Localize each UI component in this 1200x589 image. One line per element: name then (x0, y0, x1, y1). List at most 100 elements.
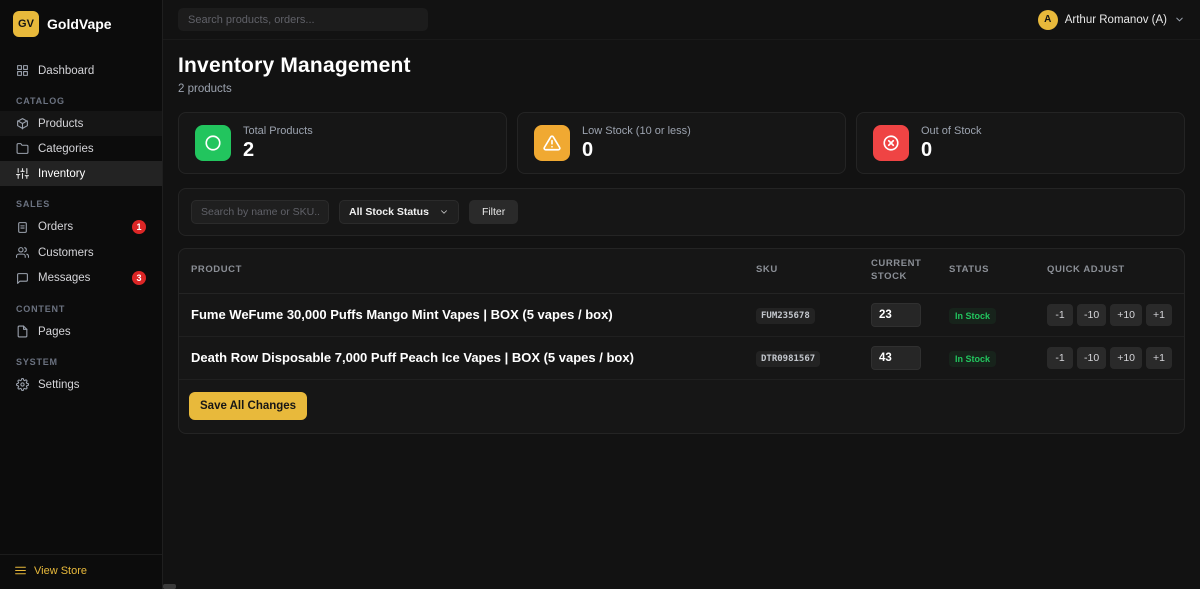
col-header-quick-adjust: QUICK ADJUST (1035, 249, 1184, 293)
stats-row: Total Products 2 Low Stock (10 or less) … (178, 112, 1185, 174)
sidebar-item-pages[interactable]: Pages (0, 319, 162, 344)
stock-status-value: All Stock Status (349, 206, 429, 218)
box-icon (16, 117, 29, 130)
table-row: Death Row Disposable 7,000 Puff Peach Ic… (179, 336, 1184, 379)
sidebar-item-products[interactable]: Products (0, 111, 162, 136)
page-subtitle: 2 products (178, 83, 1185, 95)
sidebar-nav: Dashboard CATALOG Products Categories In… (0, 50, 162, 554)
sidebar-item-label: Pages (38, 326, 71, 338)
adjust-minus-1-button[interactable]: -1 (1047, 347, 1073, 369)
total-products-icon (195, 125, 231, 161)
brand-name: GoldVape (47, 16, 112, 32)
circle-icon (204, 134, 222, 152)
stat-value: 2 (243, 139, 313, 161)
sidebar-item-inventory[interactable]: Inventory (0, 161, 162, 186)
global-search-input[interactable] (178, 8, 428, 31)
filter-bar: All Stock Status Filter (178, 188, 1185, 236)
adjust-minus-10-button[interactable]: -10 (1077, 347, 1106, 369)
horizontal-scrollbar[interactable] (163, 584, 1200, 589)
sidebar-item-messages[interactable]: Messages 3 (0, 265, 162, 291)
brand-logo: GV (13, 11, 39, 37)
users-icon (16, 246, 29, 259)
col-header-product: PRODUCT (179, 249, 744, 293)
sidebar-item-customers[interactable]: Customers (0, 240, 162, 265)
sidebar-item-label: Categories (38, 143, 94, 155)
topbar: A Arthur Romanov (A) (163, 0, 1200, 40)
low-stock-icon (534, 125, 570, 161)
avatar: A (1038, 10, 1058, 30)
col-header-status: STATUS (937, 249, 1035, 293)
filter-button[interactable]: Filter (469, 200, 518, 224)
file-icon (16, 325, 29, 338)
stock-input[interactable] (871, 346, 921, 370)
menu-icon (14, 564, 27, 577)
adjust-minus-1-button[interactable]: -1 (1047, 304, 1073, 326)
main-area: A Arthur Romanov (A) Inventory Managemen… (163, 0, 1200, 589)
inventory-table: PRODUCT SKU CURRENT STOCK STATUS QUICK A… (179, 249, 1184, 380)
chevron-down-icon (1174, 14, 1185, 25)
user-name: Arthur Romanov (A) (1065, 14, 1167, 26)
inventory-search-input[interactable] (191, 200, 329, 224)
page-content: Inventory Management 2 products Total Pr… (163, 40, 1200, 589)
gear-icon (16, 378, 29, 391)
sidebar-item-orders[interactable]: Orders 1 (0, 214, 162, 240)
adjust-plus-1-button[interactable]: +1 (1146, 347, 1172, 369)
dashboard-icon (16, 64, 29, 77)
save-all-changes-button[interactable]: Save All Changes (189, 392, 307, 420)
status-badge: In Stock (949, 308, 996, 324)
view-store-label: View Store (34, 565, 87, 577)
brand: GV GoldVape (0, 0, 162, 50)
adjust-minus-10-button[interactable]: -10 (1077, 304, 1106, 326)
orders-badge: 1 (132, 220, 146, 234)
section-label-content: CONTENT (0, 291, 162, 319)
sidebar-item-label: Orders (38, 221, 73, 233)
page-title: Inventory Management (178, 54, 1185, 78)
stock-status-select[interactable]: All Stock Status (339, 200, 459, 224)
stat-card-out-of-stock: Out of Stock 0 (856, 112, 1185, 174)
app-root: GV GoldVape Dashboard CATALOG Products C… (0, 0, 1200, 589)
clipboard-icon (16, 221, 29, 234)
sidebar-item-label: Products (38, 118, 83, 130)
inventory-table-card: PRODUCT SKU CURRENT STOCK STATUS QUICK A… (178, 248, 1185, 434)
messages-badge: 3 (132, 271, 146, 285)
col-header-sku: SKU (744, 249, 859, 293)
sidebar-item-label: Customers (38, 247, 94, 259)
stat-label: Low Stock (10 or less) (582, 125, 691, 137)
stat-label: Total Products (243, 125, 313, 137)
sidebar-item-label: Settings (38, 379, 80, 391)
section-label-sales: SALES (0, 186, 162, 214)
quick-adjust-group: -1 -10 +10 +1 (1047, 304, 1172, 326)
stock-input[interactable] (871, 303, 921, 327)
table-row: Fume WeFume 30,000 Puffs Mango Mint Vape… (179, 293, 1184, 336)
sliders-icon (16, 167, 29, 180)
warning-triangle-icon (543, 134, 561, 152)
product-sku: DTR0981567 (756, 351, 820, 367)
product-name: Fume WeFume 30,000 Puffs Mango Mint Vape… (179, 293, 744, 336)
col-header-current-stock: CURRENT STOCK (859, 249, 937, 293)
stat-value: 0 (921, 139, 982, 161)
stat-card-low-stock: Low Stock (10 or less) 0 (517, 112, 846, 174)
sidebar-item-categories[interactable]: Categories (0, 136, 162, 161)
quick-adjust-group: -1 -10 +10 +1 (1047, 347, 1172, 369)
sidebar-item-label: Dashboard (38, 65, 94, 77)
sidebar-item-dashboard[interactable]: Dashboard (0, 58, 162, 83)
stat-value: 0 (582, 139, 691, 161)
adjust-plus-10-button[interactable]: +10 (1110, 347, 1142, 369)
table-header-row: PRODUCT SKU CURRENT STOCK STATUS QUICK A… (179, 249, 1184, 293)
stat-card-total-products: Total Products 2 (178, 112, 507, 174)
sidebar: GV GoldVape Dashboard CATALOG Products C… (0, 0, 163, 589)
circle-x-icon (882, 134, 900, 152)
sidebar-item-label: Messages (38, 272, 90, 284)
scrollbar-thumb[interactable] (163, 584, 176, 589)
chevron-down-icon (439, 207, 449, 217)
section-label-catalog: CATALOG (0, 83, 162, 111)
adjust-plus-1-button[interactable]: +1 (1146, 304, 1172, 326)
folder-icon (16, 142, 29, 155)
user-menu[interactable]: A Arthur Romanov (A) (1038, 10, 1185, 30)
adjust-plus-10-button[interactable]: +10 (1110, 304, 1142, 326)
product-name: Death Row Disposable 7,000 Puff Peach Ic… (179, 336, 744, 379)
out-of-stock-icon (873, 125, 909, 161)
stat-label: Out of Stock (921, 125, 982, 137)
sidebar-item-settings[interactable]: Settings (0, 372, 162, 397)
view-store-link[interactable]: View Store (0, 554, 162, 589)
